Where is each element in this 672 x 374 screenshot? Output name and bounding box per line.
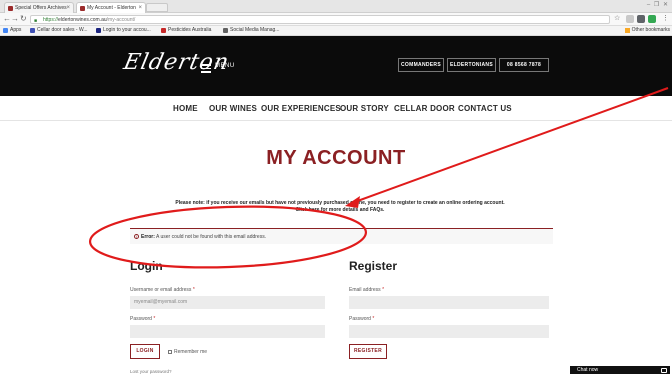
main-navigation: HOME OUR WINES OUR EXPERIENCES OUR STORY… [0, 96, 672, 121]
window-controls[interactable]: – ❐ ✕ [647, 1, 669, 8]
register-password-label: Password * [349, 316, 375, 322]
bookmark-label: Login to your accou... [103, 27, 151, 33]
checkbox-icon[interactable] [168, 349, 172, 354]
username-input[interactable]: myemail@myemail.com [130, 296, 325, 309]
bookmark-cellar-door[interactable]: Cellar door sales - W... [30, 26, 88, 35]
chat-bubble-icon [661, 368, 667, 373]
bookmark-login[interactable]: Login to your accou... [96, 26, 151, 35]
nav-our-wines[interactable]: OUR WINES [209, 104, 257, 113]
error-text: A user could not be found with this emai… [156, 234, 267, 240]
browser-menu-icon[interactable]: ⋮ [662, 14, 669, 24]
browser-tab-my-account[interactable]: My Account - Elderton × [76, 2, 146, 13]
bookmark-favicon-icon [96, 28, 101, 33]
folder-icon [624, 28, 630, 33]
star-bookmark-icon[interactable]: ☆ [614, 14, 620, 24]
nav-cellar-door[interactable]: CELLAR DOOR [394, 104, 455, 113]
nav-contact-us[interactable]: CONTACT US [458, 104, 512, 113]
tab-close-icon[interactable]: × [138, 3, 142, 13]
register-email-label: Email address * [349, 287, 385, 293]
bookmark-apps[interactable]: Apps [3, 26, 21, 35]
nav-our-experiences[interactable]: OUR EXPERIENCES [261, 104, 341, 113]
screenshot-root: Special Offers Archives × My Account - E… [0, 0, 672, 374]
username-label: Username or email address * [130, 287, 195, 293]
password-input[interactable] [130, 325, 325, 338]
password-label: Password * [130, 316, 156, 322]
new-tab-button[interactable] [146, 3, 168, 12]
forward-arrow-icon[interactable]: → [11, 14, 19, 24]
info-icon: i [134, 234, 139, 239]
back-arrow-icon[interactable]: ← [3, 14, 11, 24]
tab-label: Special Offers Archives [15, 5, 67, 11]
bookmarks-bar: Apps Cellar door sales - W... Login to y… [0, 26, 672, 36]
extension-icon[interactable] [637, 15, 645, 23]
browser-toolbar: ← → ↻ ■ https://eldertonwines.com.au/my-… [0, 13, 672, 26]
page-title: MY ACCOUNT [266, 147, 406, 169]
bookmark-label: Other bookmarks [631, 27, 670, 33]
login-button[interactable]: LOGIN [130, 344, 160, 359]
tab-label: My Account - Elderton [87, 5, 136, 11]
registration-notice: Please note: if you receive our emails b… [175, 200, 505, 206]
error-label: Error: [141, 234, 155, 240]
bookmark-label: Pesticides Australia [168, 27, 212, 33]
extension-icon[interactable] [648, 15, 656, 23]
remember-me-checkbox[interactable]: Remember me [168, 349, 207, 355]
menu-button-label[interactable]: MENU [215, 63, 235, 69]
bookmark-favicon-icon [30, 28, 35, 33]
site-favicon-icon [8, 6, 13, 11]
eldertonians-button[interactable]: ELDERTONIANS [447, 58, 496, 72]
lock-icon: ■ [34, 18, 38, 24]
commanders-button[interactable]: COMMANDERS [398, 58, 444, 72]
register-heading: Register [349, 259, 398, 273]
register-button[interactable]: REGISTER [349, 344, 387, 359]
bookmark-pesticides[interactable]: Pesticides Australia [161, 26, 211, 35]
phone-button[interactable]: 08 8568 7878 [499, 58, 549, 72]
hamburger-menu-icon[interactable] [201, 64, 211, 73]
chat-label: Chat now [577, 367, 599, 373]
tab-close-icon[interactable]: × [66, 3, 70, 13]
browser-tab-bar: Special Offers Archives × My Account - E… [0, 0, 672, 13]
register-email-input[interactable] [349, 296, 549, 309]
nav-home[interactable]: HOME [173, 104, 198, 113]
bookmark-other[interactable]: Other bookmarks [624, 26, 670, 35]
url-scheme: https:// [43, 17, 59, 23]
bookmark-label: Apps [10, 27, 22, 33]
site-header: Elderton MENU COMMANDERS ELDERTONIANS 08… [0, 36, 672, 96]
apps-grid-icon [3, 28, 8, 33]
login-heading: Login [130, 259, 163, 273]
bookmark-favicon-icon [161, 28, 166, 33]
browser-tab-special-offers[interactable]: Special Offers Archives × [4, 2, 74, 13]
reload-icon[interactable]: ↻ [20, 14, 27, 24]
bookmark-label: Cellar door sales - W... [37, 27, 88, 33]
error-message-box: i Error: A user could not be found with … [130, 228, 553, 244]
bookmark-social-media[interactable]: Social Media Manag... [223, 26, 279, 35]
address-bar-input[interactable]: ■ https://eldertonwines.com.au/my-accoun… [30, 15, 610, 24]
bookmark-label: Social Media Manag... [230, 27, 280, 33]
url-path: /my-account/ [106, 17, 136, 23]
extension-icon[interactable] [626, 15, 634, 23]
chat-widget[interactable]: Chat now [570, 366, 670, 374]
bookmark-favicon-icon [223, 28, 228, 33]
nav-our-story[interactable]: OUR STORY [340, 104, 389, 113]
url-host: eldertonwines.com.au [58, 17, 107, 23]
lost-password-link[interactable]: Lost your password? [130, 369, 172, 374]
faq-link[interactable]: Click here for more details and FAQs. [60, 207, 620, 213]
site-favicon-icon [80, 6, 85, 11]
register-password-input[interactable] [349, 325, 549, 338]
